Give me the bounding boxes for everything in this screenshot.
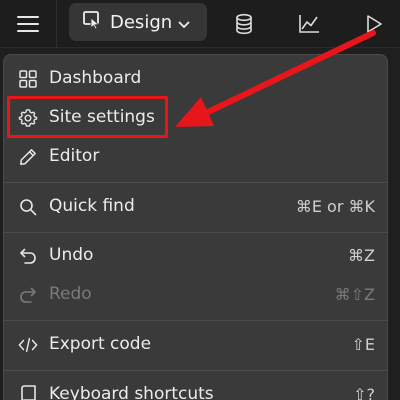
code-icon [18,335,38,355]
shortcut-hint: ⌘⇧Z [334,285,375,304]
menu-divider [4,320,387,321]
menu-divider [4,370,387,371]
shortcut-hint: ⇧? [353,385,375,400]
menu-item-quick-find[interactable]: Quick find ⌘E or ⌘K [4,189,387,225]
shortcut-hint: ⌘E or ⌘K [295,197,375,216]
database-icon[interactable] [226,6,262,42]
menu-icon[interactable] [10,6,46,42]
chevron-down-icon [178,13,190,34]
menu-item-label: Redo [49,284,92,304]
menu-item-label: Dashboard [49,68,142,88]
app-window: Design Dashboard Site settings Editor Qu… [0,0,400,400]
pencil-icon [18,147,38,167]
design-cursor-icon [82,10,102,35]
top-toolbar: Design [0,0,400,48]
menu-item-label: Export code [49,334,152,354]
analytics-icon[interactable] [291,6,327,42]
menu-item-label: Quick find [49,196,135,216]
menu-item-undo[interactable]: Undo ⌘Z [4,238,387,274]
play-icon[interactable] [356,6,392,42]
toolbar-divider [56,0,57,48]
highlight-box [7,96,168,138]
menu-item-dashboard[interactable]: Dashboard [4,61,387,97]
shortcut-hint: ⇧E [351,335,375,354]
menu-divider [4,182,387,183]
undo-icon [18,246,38,266]
shortcut-hint: ⌘Z [348,246,375,265]
menu-item-redo[interactable]: Redo ⌘⇧Z [4,277,387,313]
design-mode-label: Design [110,11,173,33]
menu-item-export-code[interactable]: Export code ⇧E [4,327,387,363]
menu-item-label: Keyboard shortcuts [49,384,214,400]
menu-item-keyboard-shortcuts[interactable]: Keyboard shortcuts ⇧? [4,377,387,400]
menu-item-label: Undo [49,245,94,265]
menu-divider [4,232,387,233]
search-icon [18,197,38,217]
grid-icon [18,69,38,89]
design-mode-button[interactable]: Design [69,3,207,41]
redo-icon [18,285,38,305]
menu-item-editor[interactable]: Editor [4,139,387,175]
keyboard-icon [18,385,38,400]
menu-item-label: Editor [49,146,100,166]
